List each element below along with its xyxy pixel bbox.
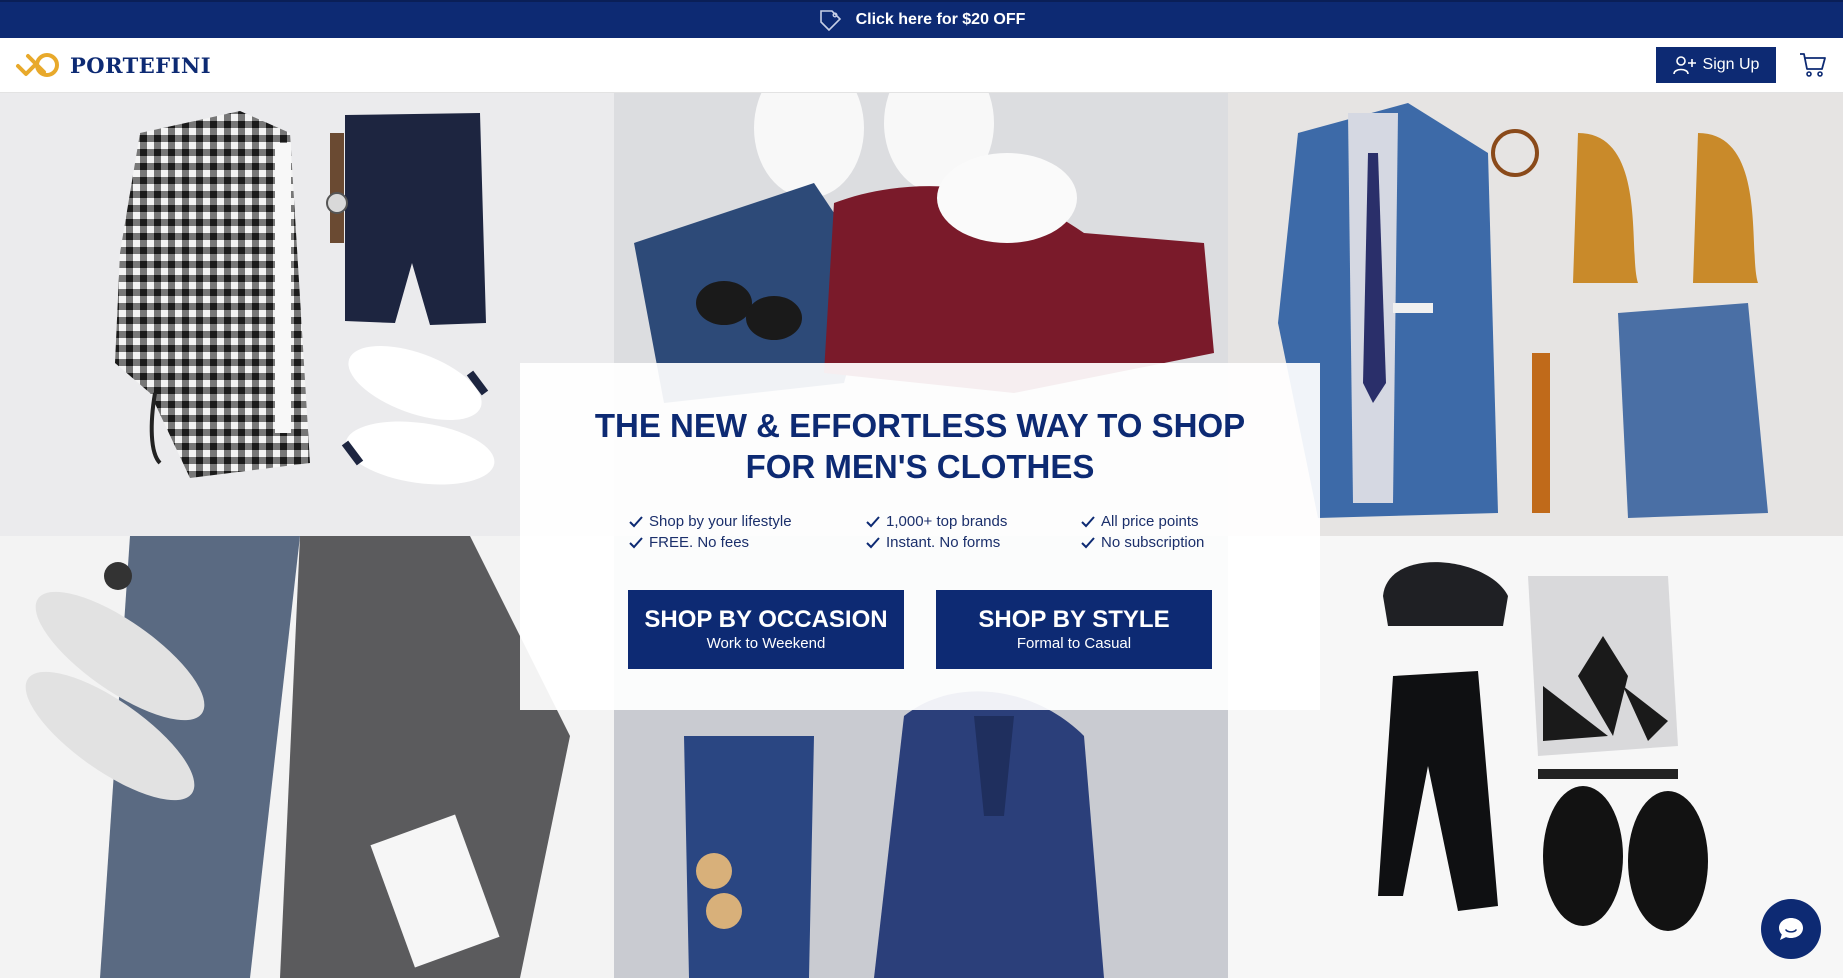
- check-icon: [1081, 515, 1095, 527]
- button-subtitle: Formal to Casual: [1016, 634, 1132, 652]
- logo[interactable]: PORTEFINI: [14, 48, 211, 82]
- photo-tile-3: [1228, 93, 1843, 536]
- promo-banner[interactable]: Click here for $20 OFF: [0, 0, 1843, 38]
- feature-label: No subscription: [1101, 534, 1205, 551]
- shop-by-style-button[interactable]: SHOP BY STYLE Formal to Casual: [936, 590, 1212, 669]
- tag-icon: [818, 7, 844, 33]
- feature-item: Instant. No forms: [865, 534, 1080, 551]
- feature-label: Instant. No forms: [886, 534, 1001, 551]
- feature-item: Shop by your lifestyle: [628, 513, 865, 530]
- site-header: PORTEFINI Sign Up: [0, 38, 1843, 93]
- logo-text: PORTEFINI: [70, 52, 212, 78]
- cart-icon: [1800, 53, 1826, 77]
- feature-item: 1,000+ top brands: [865, 513, 1080, 530]
- check-icon: [629, 515, 643, 527]
- feature-item: No subscription: [1080, 534, 1230, 551]
- chat-button[interactable]: [1761, 899, 1821, 959]
- sign-up-label: Sign Up: [1702, 56, 1760, 73]
- feature-item: FREE. No fees: [628, 534, 865, 551]
- hero-panel: THE NEW & EFFORTLESS WAY TO SHOP FOR MEN…: [520, 363, 1320, 710]
- sign-up-button[interactable]: Sign Up: [1656, 47, 1776, 83]
- check-icon: [866, 515, 880, 527]
- feature-list: Shop by your lifestyle 1,000+ top brands…: [628, 513, 1228, 551]
- check-icon: [866, 536, 880, 548]
- feature-label: FREE. No fees: [649, 534, 750, 551]
- check-icon: [1081, 536, 1095, 548]
- promo-text[interactable]: Click here for $20 OFF: [856, 11, 1026, 29]
- feature-item: All price points: [1080, 513, 1230, 530]
- feature-label: All price points: [1101, 513, 1199, 530]
- user-add-icon: [1672, 56, 1696, 75]
- button-title: SHOP BY OCCASION: [644, 605, 888, 633]
- logo-mark-icon: [16, 53, 59, 77]
- photo-tile-6: [1228, 536, 1843, 978]
- headline-line-1: THE NEW & EFFORTLESS WAY TO SHOP: [594, 407, 1246, 444]
- feature-label: Shop by your lifestyle: [649, 513, 792, 530]
- feature-label: 1,000+ top brands: [886, 513, 1008, 530]
- cart-button[interactable]: [1798, 50, 1828, 80]
- hero-headline: THE NEW & EFFORTLESS WAY TO SHOP FOR MEN…: [520, 405, 1320, 487]
- shop-by-occasion-button[interactable]: SHOP BY OCCASION Work to Weekend: [628, 590, 904, 669]
- chat-icon: [1779, 918, 1803, 940]
- button-title: SHOP BY STYLE: [978, 605, 1170, 633]
- headline-line-2: FOR MEN'S CLOTHES: [745, 448, 1095, 485]
- button-subtitle: Work to Weekend: [706, 634, 826, 652]
- check-icon: [629, 536, 643, 548]
